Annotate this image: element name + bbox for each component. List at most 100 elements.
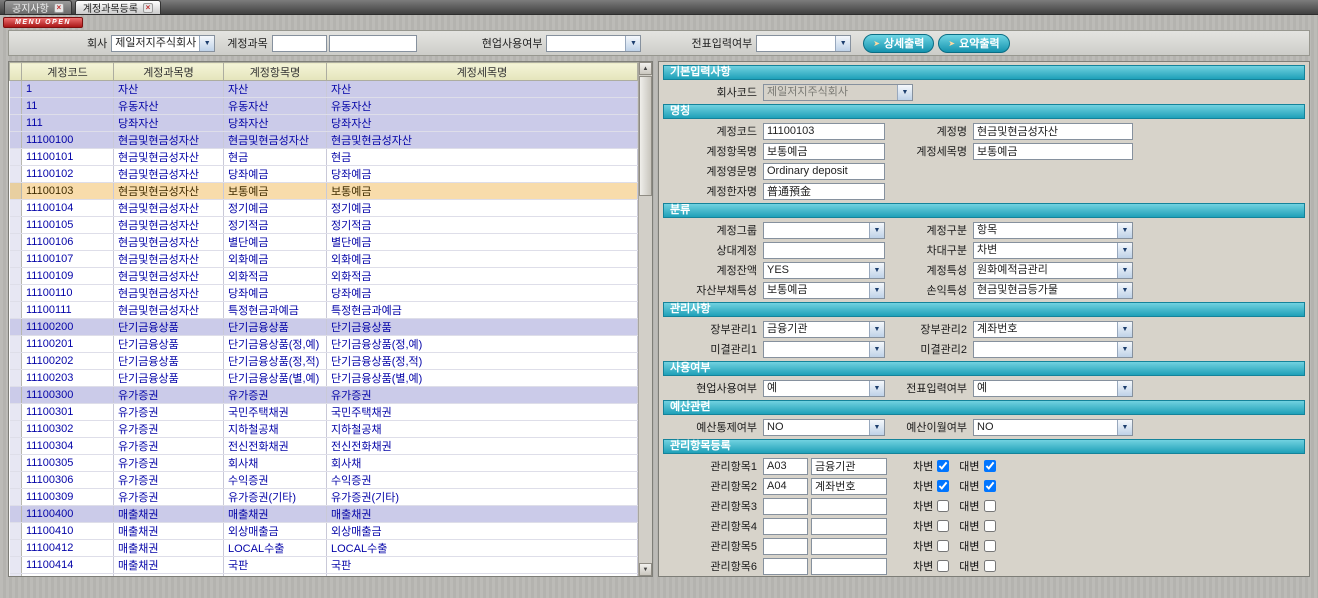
cell-code[interactable]: 11100300 bbox=[22, 387, 114, 404]
cell-item[interactable]: 특정현금과예금 bbox=[224, 302, 327, 319]
cell-item[interactable]: 회사채 bbox=[224, 455, 327, 472]
table-row[interactable]: 11100107현금및현금성자산외화예금외화예금 bbox=[10, 251, 638, 268]
cell-name[interactable]: 현금및현금성자산 bbox=[114, 285, 224, 302]
cell-detail[interactable]: 당좌예금 bbox=[327, 166, 638, 183]
debit-checkbox[interactable] bbox=[937, 540, 949, 552]
table-row[interactable]: 11100110현금및현금성자산당좌예금당좌예금 bbox=[10, 285, 638, 302]
account-item-input[interactable] bbox=[763, 143, 885, 160]
cell-code[interactable]: 11 bbox=[22, 98, 114, 115]
cell-name[interactable]: 당좌자산 bbox=[114, 115, 224, 132]
field-use-select[interactable]: 예 ▼ bbox=[763, 380, 885, 397]
cell-code[interactable]: 11100400 bbox=[22, 506, 114, 523]
cell-detail[interactable]: 매출채권(기타) bbox=[327, 574, 638, 577]
table-row[interactable]: 11100304유가증권전신전화채권전신전화채권 bbox=[10, 438, 638, 455]
mgmt-item-name-input[interactable] bbox=[811, 538, 887, 555]
cell-item[interactable]: 매출채권(기타) bbox=[224, 574, 327, 577]
cell-code[interactable]: 11100103 bbox=[22, 183, 114, 200]
table-row[interactable]: 11유동자산유동자산유동자산 bbox=[10, 98, 638, 115]
cell-detail[interactable]: 국민주택채권 bbox=[327, 404, 638, 421]
chevron-down-icon[interactable]: ▼ bbox=[869, 420, 884, 435]
chevron-down-icon[interactable]: ▼ bbox=[869, 263, 884, 278]
cell-name[interactable]: 단기금융상품 bbox=[114, 319, 224, 336]
table-row[interactable]: 111당좌자산당좌자산당좌자산 bbox=[10, 115, 638, 132]
cell-detail[interactable]: 정기적금 bbox=[327, 217, 638, 234]
open1-select[interactable]: ▼ bbox=[763, 341, 885, 358]
cell-name[interactable]: 현금및현금성자산 bbox=[114, 268, 224, 285]
chevron-down-icon[interactable]: ▼ bbox=[869, 342, 884, 357]
cell-item[interactable]: LOCAL수출 bbox=[224, 540, 327, 557]
cell-detail[interactable]: 단기금융상품(별,예) bbox=[327, 370, 638, 387]
cell-detail[interactable]: 수익증권 bbox=[327, 472, 638, 489]
cell-code[interactable]: 11100304 bbox=[22, 438, 114, 455]
cell-name[interactable]: 단기금융상품 bbox=[114, 370, 224, 387]
tab-notice[interactable]: 공지사항 × bbox=[4, 0, 72, 14]
cell-name[interactable]: 단기금융상품 bbox=[114, 336, 224, 353]
cell-item[interactable]: 단기금융상품(정,적) bbox=[224, 353, 327, 370]
scroll-down-icon[interactable]: ▼ bbox=[639, 563, 652, 576]
cell-item[interactable]: 수익증권 bbox=[224, 472, 327, 489]
cell-name[interactable]: 매출채권 bbox=[114, 506, 224, 523]
cell-item[interactable]: 외화예금 bbox=[224, 251, 327, 268]
account-detail-input[interactable] bbox=[973, 143, 1133, 160]
cell-item[interactable]: 유가증권(기타) bbox=[224, 489, 327, 506]
mgmt-item-name-input[interactable] bbox=[811, 558, 887, 575]
table-row[interactable]: 11100301유가증권국민주택채권국민주택채권 bbox=[10, 404, 638, 421]
cell-name[interactable]: 현금및현금성자산 bbox=[114, 251, 224, 268]
cell-name[interactable]: 현금및현금성자산 bbox=[114, 217, 224, 234]
cell-name[interactable]: 유동자산 bbox=[114, 98, 224, 115]
mgmt-item-name-input[interactable] bbox=[811, 518, 887, 535]
cell-code[interactable]: 11100110 bbox=[22, 285, 114, 302]
table-row[interactable]: 11100419매출채권매출채권(기타)매출채권(기타) bbox=[10, 574, 638, 577]
table-scrollbar[interactable]: ▲ ▼ bbox=[638, 62, 652, 576]
mgmt-item-code-input[interactable] bbox=[763, 458, 808, 475]
table-row[interactable]: 11100202단기금융상품단기금융상품(정,적)단기금융상품(정,적) bbox=[10, 353, 638, 370]
menu-open-button[interactable]: MENU OPEN bbox=[3, 17, 83, 28]
account-trait-select[interactable]: 원화예적금관리 ▼ bbox=[973, 262, 1133, 279]
mgmt-item-code-input[interactable] bbox=[763, 518, 808, 535]
cell-code[interactable]: 11100414 bbox=[22, 557, 114, 574]
cell-code[interactable]: 11100301 bbox=[22, 404, 114, 421]
cell-name[interactable]: 자산 bbox=[114, 81, 224, 98]
table-row[interactable]: 11100102현금및현금성자산당좌예금당좌예금 bbox=[10, 166, 638, 183]
cell-item[interactable]: 자산 bbox=[224, 81, 327, 98]
cell-item[interactable]: 정기적금 bbox=[224, 217, 327, 234]
summary-print-button[interactable]: ➤ 요약출력 bbox=[938, 34, 1009, 53]
cell-code[interactable]: 11100202 bbox=[22, 353, 114, 370]
table-row[interactable]: 11100412매출채권LOCAL수출LOCAL수출 bbox=[10, 540, 638, 557]
cell-code[interactable]: 11100306 bbox=[22, 472, 114, 489]
cell-code[interactable]: 11100101 bbox=[22, 149, 114, 166]
credit-checkbox[interactable] bbox=[984, 480, 996, 492]
cell-item[interactable]: 국판 bbox=[224, 557, 327, 574]
cell-name[interactable]: 유가증권 bbox=[114, 489, 224, 506]
account-name-input[interactable] bbox=[973, 123, 1133, 140]
cell-code[interactable]: 11100410 bbox=[22, 523, 114, 540]
cell-code[interactable]: 1 bbox=[22, 81, 114, 98]
cell-item[interactable]: 정기예금 bbox=[224, 200, 327, 217]
chevron-down-icon[interactable]: ▼ bbox=[1117, 263, 1132, 278]
cell-detail[interactable]: 단기금융상품(정,적) bbox=[327, 353, 638, 370]
cell-item[interactable]: 유동자산 bbox=[224, 98, 327, 115]
table-row[interactable]: 1자산자산자산 bbox=[10, 81, 638, 98]
credit-checkbox[interactable] bbox=[984, 540, 996, 552]
table-row[interactable]: 11100109현금및현금성자산외화적금외화적금 bbox=[10, 268, 638, 285]
cell-item[interactable]: 전신전화채권 bbox=[224, 438, 327, 455]
account-hanja-input[interactable] bbox=[763, 183, 885, 200]
cell-item[interactable]: 단기금융상품(정,예) bbox=[224, 336, 327, 353]
mgmt-item-code-input[interactable] bbox=[763, 538, 808, 555]
cell-detail[interactable]: 유가증권(기타) bbox=[327, 489, 638, 506]
table-row[interactable]: 11100309유가증권유가증권(기타)유가증권(기타) bbox=[10, 489, 638, 506]
cell-detail[interactable]: 특정현금과예금 bbox=[327, 302, 638, 319]
cell-code[interactable]: 111 bbox=[22, 115, 114, 132]
cell-name[interactable]: 현금및현금성자산 bbox=[114, 234, 224, 251]
cell-code[interactable]: 11100102 bbox=[22, 166, 114, 183]
cell-code[interactable]: 11100104 bbox=[22, 200, 114, 217]
cell-item[interactable]: 단기금융상품(별,예) bbox=[224, 370, 327, 387]
cell-code[interactable]: 11100302 bbox=[22, 421, 114, 438]
cell-detail[interactable]: 지하철공채 bbox=[327, 421, 638, 438]
cell-code[interactable]: 11100203 bbox=[22, 370, 114, 387]
cell-detail[interactable]: 외화적금 bbox=[327, 268, 638, 285]
debit-checkbox[interactable] bbox=[937, 480, 949, 492]
cell-item[interactable]: 현금및현금성자산 bbox=[224, 132, 327, 149]
scrollbar-thumb[interactable] bbox=[639, 76, 652, 196]
chevron-down-icon[interactable]: ▼ bbox=[1117, 342, 1132, 357]
